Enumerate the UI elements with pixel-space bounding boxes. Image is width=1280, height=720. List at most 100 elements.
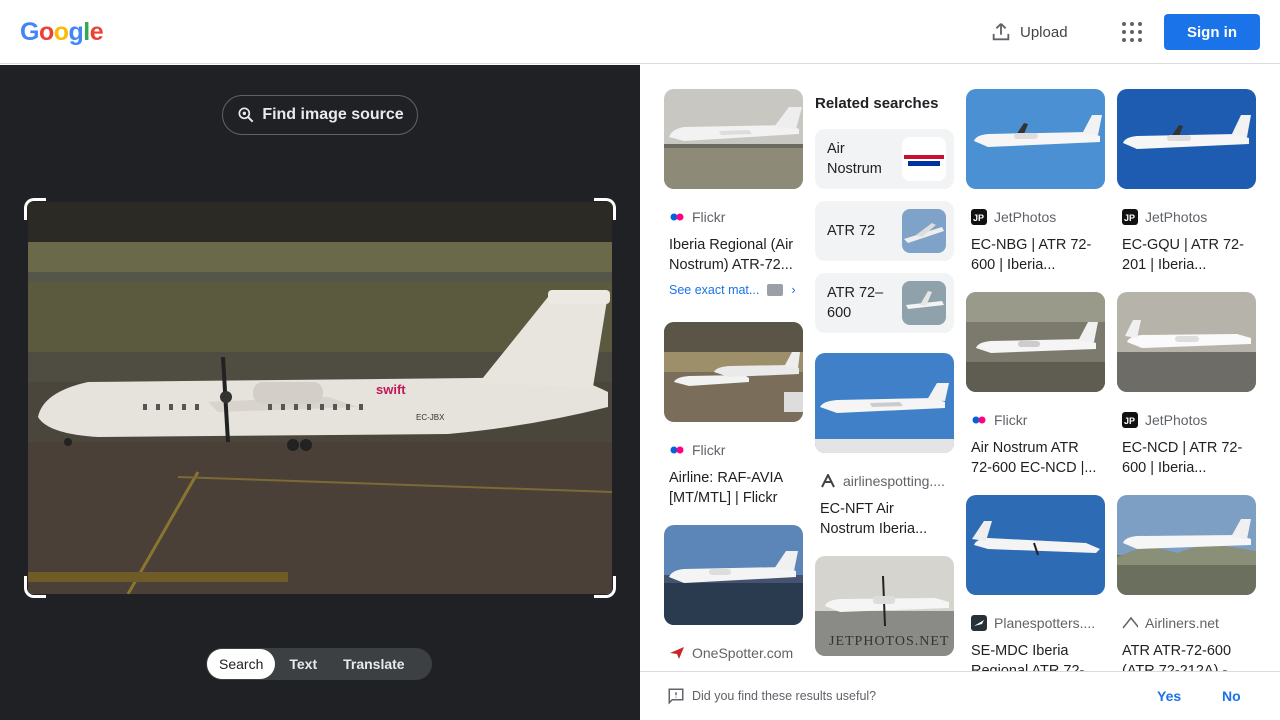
tab-text[interactable]: Text	[277, 649, 329, 679]
result-thumbnail	[664, 322, 803, 422]
feedback-yes-button[interactable]: Yes	[1157, 688, 1181, 704]
logo-letter: e	[89, 18, 104, 46]
logo-letter: o	[38, 18, 54, 46]
result-title: Airline: RAF-AVIA [MT/MTL] | Flickr	[669, 470, 783, 506]
jetphotos-icon: JP	[1122, 412, 1138, 428]
result-card[interactable]: Flickr Iberia Regional (Air Nostrum) ATR…	[664, 89, 803, 297]
result-title: EC-NBG | ATR 72-600 | Iberia...	[971, 237, 1092, 273]
svg-text:JP: JP	[1124, 416, 1135, 426]
result-source: Flickr	[966, 412, 1105, 428]
jetphotos-icon: JP	[971, 209, 987, 225]
result-thumbnail	[1117, 292, 1256, 392]
flickr-icon	[669, 442, 685, 458]
result-thumbnail	[1117, 495, 1256, 595]
result-title: Iberia Regional (Air Nostrum) ATR-72...	[669, 237, 794, 273]
result-title: EC-NCD | ATR 72-600 | Iberia...	[1122, 440, 1243, 476]
result-source: JP JetPhotos	[1117, 209, 1256, 225]
crop-selection[interactable]: swift EC-JBX	[24, 198, 616, 598]
results-panel: Flickr Iberia Regional (Air Nostrum) ATR…	[640, 65, 1280, 671]
result-source-name: Planespotters....	[994, 615, 1096, 631]
result-thumbnail	[1117, 89, 1256, 189]
related-search-chip[interactable]: ATR 72	[815, 201, 954, 261]
feedback-no-button[interactable]: No	[1222, 688, 1241, 704]
apps-grid-icon[interactable]	[1120, 20, 1144, 44]
related-search-thumbnail	[902, 281, 946, 325]
see-exact-matches-link[interactable]: See exact mat... ›	[664, 283, 803, 297]
airliners-net-icon	[1122, 615, 1138, 631]
airlinespotting-icon	[820, 473, 836, 489]
query-photo: swift EC-JBX	[28, 202, 612, 594]
result-card[interactable]: Flickr Air Nostrum ATR 72-600 EC-NCD |..…	[966, 292, 1105, 478]
related-search-thumbnail	[902, 137, 946, 181]
result-card[interactable]: Airliners.net ATR ATR-72-600 (ATR 72-212…	[1117, 495, 1256, 671]
jetphotos-icon: JP	[1122, 209, 1138, 225]
result-title: SE-MDC Iberia Regional ATR 72-...	[971, 643, 1097, 671]
planespotters-icon	[971, 615, 987, 631]
upload-button[interactable]: Upload	[990, 18, 1068, 46]
result-source: JP JetPhotos	[1117, 412, 1256, 428]
tab-translate[interactable]: Translate	[331, 649, 416, 679]
sign-in-button[interactable]: Sign in	[1164, 14, 1260, 50]
related-searches-heading: Related searches	[815, 95, 939, 112]
result-source: OneSpotter.com	[664, 645, 803, 661]
result-thumbnail: JETPHOTOS.NET	[815, 556, 954, 656]
result-source-name: JetPhotos	[1145, 412, 1208, 428]
result-title: Air Nostrum ATR 72-600 EC-NCD |...	[971, 440, 1097, 476]
result-card[interactable]: JP JetPhotos EC-NBG | ATR 72-600 | Iberia…	[966, 89, 1105, 275]
jetphotos-watermark: JETPHOTOS.NET	[829, 634, 950, 649]
see-exact-matches-label: See exact mat...	[669, 283, 760, 297]
result-source: Flickr	[664, 442, 803, 458]
result-source: JP JetPhotos	[966, 209, 1105, 225]
svg-text:JP: JP	[1124, 213, 1135, 223]
result-card[interactable]: Flickr Airline: RAF-AVIA [MT/MTL] | Flic…	[664, 322, 803, 508]
related-search-thumbnail	[902, 209, 946, 253]
result-card[interactable]: OneSpotter.com	[664, 525, 803, 671]
result-card[interactable]: Planespotters.... SE-MDC Iberia Regional…	[966, 495, 1105, 671]
result-source: Flickr	[664, 209, 803, 225]
logo-letter: o	[53, 18, 69, 46]
result-thumbnail	[815, 353, 954, 453]
svg-text:JP: JP	[973, 213, 984, 223]
logo-letter: G	[20, 18, 39, 46]
google-logo[interactable]: Google	[20, 18, 104, 47]
chevron-right-icon: ›	[791, 283, 796, 297]
onespotter-icon	[669, 645, 685, 661]
related-search-label: Air Nostrum	[827, 141, 882, 177]
related-search-label: ATR 72–600	[827, 285, 884, 321]
result-card[interactable]: JETPHOTOS.NET	[815, 556, 954, 656]
result-card[interactable]: airlinespotting.... EC-NFT Air Nostrum I…	[815, 353, 954, 539]
result-thumbnail	[664, 89, 803, 189]
result-source-name: Flickr	[692, 209, 726, 225]
result-thumbnail	[966, 292, 1105, 392]
result-title: EC-NFT Air Nostrum Iberia...	[820, 501, 928, 537]
photo-livery-text: swift	[376, 382, 406, 397]
result-card[interactable]: JP JetPhotos EC-NCD | ATR 72-600 | Iberia…	[1117, 292, 1256, 478]
find-image-source-button[interactable]: Find image source	[222, 95, 418, 135]
result-thumbnail	[966, 89, 1105, 189]
result-title: ATR ATR-72-600 (ATR 72-212A) - Ai...	[1122, 643, 1232, 671]
logo-letter: g	[68, 18, 84, 46]
result-title: EC-GQU | ATR 72-201 | Iberia...	[1122, 237, 1244, 273]
feedback-bar: Did you find these results useful? Yes N…	[640, 671, 1280, 720]
header: Google Upload Sign in	[0, 0, 1280, 64]
result-source-name: OneSpotter.com	[692, 645, 794, 661]
result-card[interactable]: JP JetPhotos EC-GQU | ATR 72-201 | Iberia…	[1117, 89, 1256, 275]
related-search-chip[interactable]: Air Nostrum	[815, 129, 954, 189]
result-source-name: JetPhotos	[994, 209, 1057, 225]
lens-search-icon	[238, 107, 254, 123]
result-source-name: JetPhotos	[1145, 209, 1208, 225]
image-stack-icon	[767, 284, 784, 296]
flickr-icon	[971, 412, 987, 428]
result-source: Planespotters....	[966, 615, 1105, 631]
flickr-icon	[669, 209, 685, 225]
result-thumbnail	[664, 525, 803, 625]
feedback-icon	[668, 688, 684, 705]
result-source-name: Flickr	[692, 442, 726, 458]
mode-switcher: Search Text Translate	[206, 648, 432, 680]
result-source-name: Flickr	[994, 412, 1028, 428]
upload-icon	[992, 23, 1010, 41]
tab-search[interactable]: Search	[207, 649, 276, 679]
related-search-chip[interactable]: ATR 72–600	[815, 273, 954, 333]
result-source-name: Airliners.net	[1145, 615, 1219, 631]
result-source: airlinespotting....	[815, 473, 954, 489]
